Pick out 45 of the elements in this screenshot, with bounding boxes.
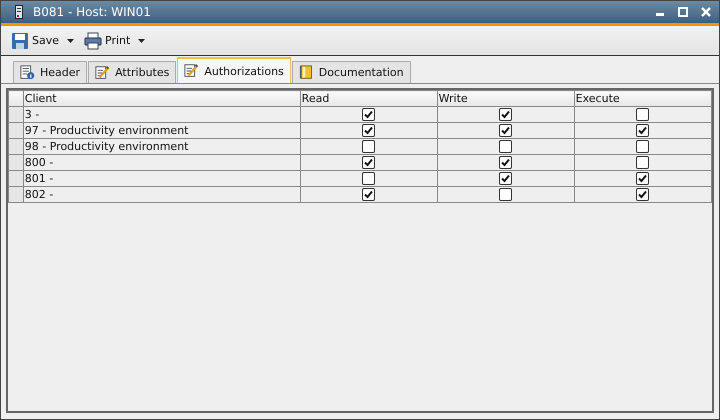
checkbox[interactable]	[499, 124, 512, 137]
caret-icon[interactable]	[138, 38, 146, 42]
column-header[interactable]: Write	[437, 90, 574, 106]
table-cell: 97 - Productivity environment	[23, 122, 300, 138]
checkbox[interactable]	[362, 156, 376, 169]
checkbox[interactable]	[499, 188, 512, 201]
checkbox[interactable]	[636, 140, 650, 153]
document-pencil-icon	[95, 64, 112, 80]
book-icon	[298, 64, 315, 80]
checkbox[interactable]	[499, 140, 512, 153]
toolbar-button[interactable]: Print	[82, 32, 132, 50]
column-header[interactable]: Execute	[574, 90, 712, 106]
printer-icon	[84, 32, 102, 50]
checkbox[interactable]	[636, 108, 650, 121]
close-icon[interactable]	[701, 7, 711, 17]
server-icon	[15, 5, 23, 19]
tab[interactable]: Authorizations	[177, 57, 291, 83]
document-info-icon	[20, 64, 36, 80]
checkbox[interactable]	[362, 124, 376, 137]
checkbox[interactable]	[636, 124, 650, 137]
maximize-icon[interactable]	[678, 7, 688, 17]
table-cell: 98 - Productivity environment	[23, 138, 300, 154]
table-cell: 801 -	[23, 170, 300, 186]
checkbox[interactable]	[499, 108, 512, 121]
column-header[interactable]: Client	[23, 90, 300, 106]
table-cell: 3 -	[23, 106, 300, 122]
checkbox[interactable]	[499, 156, 512, 169]
checkbox[interactable]	[362, 140, 376, 153]
checkbox[interactable]	[636, 156, 650, 169]
checkbox[interactable]	[499, 172, 512, 185]
document-pencil-icon	[184, 63, 200, 79]
tab[interactable]: Attributes	[88, 61, 176, 83]
checkbox[interactable]	[362, 172, 376, 185]
checkbox[interactable]	[362, 188, 376, 201]
checkbox[interactable]	[362, 108, 376, 121]
checkbox[interactable]	[636, 188, 650, 201]
table-cell: 802 -	[23, 186, 300, 202]
toolbar-button[interactable]: Save	[9, 32, 62, 50]
caret-icon[interactable]	[67, 38, 74, 42]
window-title: B081 - Host: WIN01	[33, 5, 151, 19]
tab[interactable]: Header	[13, 61, 88, 83]
checkbox[interactable]	[636, 172, 650, 185]
tab[interactable]: Documentation	[292, 61, 411, 83]
table-cell: 800 -	[23, 154, 300, 170]
column-header[interactable]: Read	[300, 90, 438, 106]
